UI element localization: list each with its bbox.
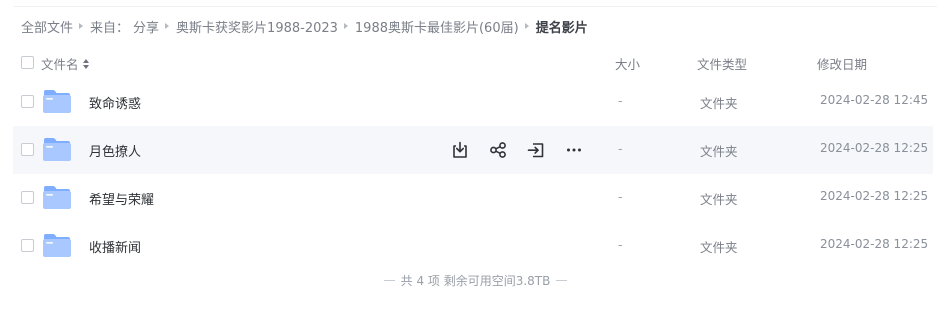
file-name[interactable]: 致命诱惑 [89,93,141,112]
file-type: 文件夹 [700,144,738,159]
save-to-button[interactable] [525,139,547,161]
file-size: - [618,93,623,108]
row-checkbox[interactable] [21,143,34,156]
top-divider [14,6,937,7]
more-button[interactable] [563,139,585,161]
breadcrumb-1988-best-picture[interactable]: 1988奥斯卡最佳影片(60届) [355,17,519,36]
select-all-checkbox[interactable] [21,56,34,69]
breadcrumb-separator-icon [524,23,529,29]
download-button[interactable] [449,139,471,161]
modified-date: 2024-02-28 12:25 [820,141,929,155]
row-checkbox[interactable] [21,191,34,204]
save-to-icon [527,143,544,158]
folder-icon [43,186,71,209]
column-header-type[interactable]: 文件类型 [697,54,747,73]
footer-divider [383,280,395,281]
column-header-date[interactable]: 修改日期 [817,54,867,73]
table-row[interactable]: 致命诱惑 - 文件夹 2024-02-28 12:45 [13,78,933,126]
folder-icon [43,234,71,257]
file-type: 文件夹 [700,96,738,111]
modified-date: 2024-02-28 12:25 [820,189,929,203]
modified-date: 2024-02-28 12:25 [820,237,929,251]
download-icon [453,141,467,158]
file-size: - [618,141,623,156]
table-row[interactable]: 收播新闻 - 文件夹 2024-02-28 12:25 [13,222,933,270]
breadcrumb: 全部文件 来自： 分享 奥斯卡获奖影片1988-2023 1988奥斯卡最佳影片… [21,17,588,36]
column-header-size[interactable]: 大小 [615,54,640,73]
list-footer: 共 4 项 剩余可用空间3.8TB [0,272,951,289]
file-name[interactable]: 希望与荣耀 [89,189,154,208]
file-size: - [618,189,623,204]
share-icon [490,142,506,158]
modified-date: 2024-02-28 12:45 [820,93,929,107]
breadcrumb-separator-icon [343,23,348,29]
file-type: 文件夹 [700,240,738,255]
breadcrumb-oscar-collection[interactable]: 奥斯卡获奖影片1988-2023 [176,17,338,36]
table-row[interactable]: 月色撩人 - 文件夹 2024-02-28 12:25 [13,126,933,174]
breadcrumb-separator-icon [79,23,84,29]
breadcrumb-all-files[interactable]: 全部文件 [21,17,73,36]
table-header: 文件名 大小 文件类型 修改日期 [0,50,951,74]
table-row[interactable]: 希望与荣耀 - 文件夹 2024-02-28 12:25 [13,174,933,222]
row-checkbox[interactable] [21,239,34,252]
more-icon [567,148,581,152]
item-count-summary: 共 4 项 剩余可用空间3.8TB [400,274,551,288]
sort-icon[interactable] [82,58,91,70]
file-size: - [618,237,623,252]
file-name[interactable]: 月色撩人 [89,141,141,160]
column-header-name[interactable]: 文件名 [41,54,91,73]
row-checkbox[interactable] [21,95,34,108]
breadcrumb-source-prefix: 来自： [90,20,130,36]
breadcrumb-separator-icon [165,23,170,29]
breadcrumb-share[interactable]: 分享 [133,17,159,36]
share-button[interactable] [487,139,509,161]
file-name[interactable]: 收播新闻 [89,237,141,256]
folder-icon [43,90,71,113]
row-actions [449,139,601,161]
footer-divider [556,280,568,281]
breadcrumb-current-folder: 提名影片 [535,20,588,36]
folder-icon [43,138,71,161]
file-type: 文件夹 [700,192,738,207]
